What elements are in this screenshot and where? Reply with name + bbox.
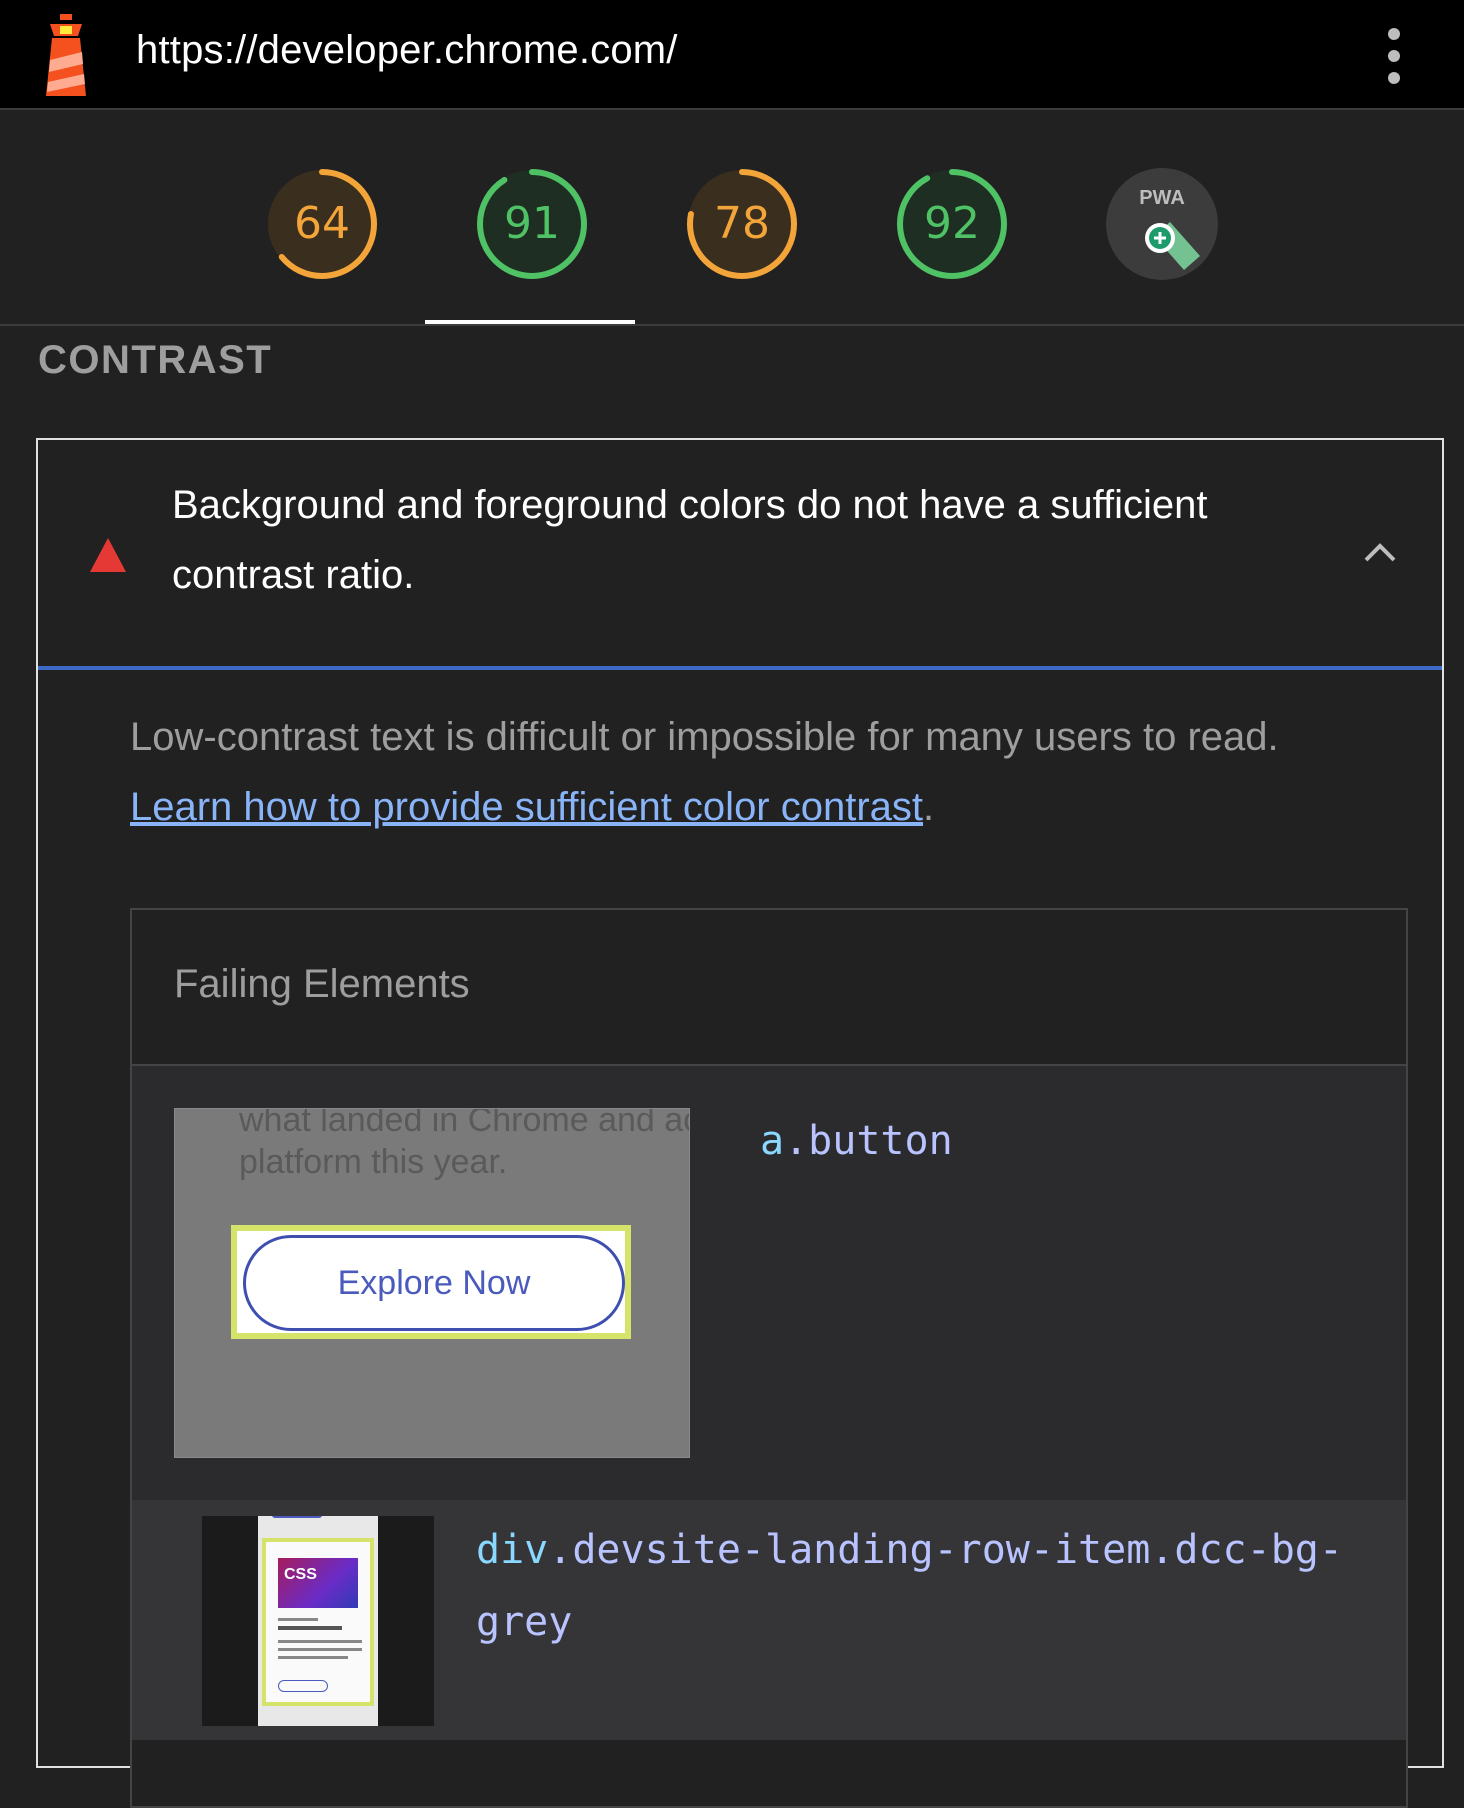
table-row[interactable]: what landed in Chrome and ac platform th… [132,1066,1406,1500]
thumb-text: platform this year. [239,1143,508,1181]
table-row[interactable]: CSS div.devsite-landing-row-item.dcc-bg-… [132,1500,1406,1740]
selector-rest: .button [784,1118,953,1164]
element-selector: div.devsite-landing-row-item.dcc-bg-grey [476,1514,1376,1658]
url-bar: https://developer.chrome.com/ [0,0,1464,110]
gauge-seo[interactable]: 92 [894,166,1010,282]
gauge-accessibility[interactable]: 91 [474,166,590,282]
score-gauges: 64 91 78 92 PWA [0,112,1464,326]
audit-title: Background and foreground colors do not … [172,483,1208,597]
highlight-box: Explore Now [231,1225,631,1339]
thumb-text: what landed in Chrome and ac [239,1108,690,1139]
audit-header[interactable]: Background and foreground colors do not … [38,440,1442,670]
thumb-logo-image: CSS [278,1558,358,1608]
table-header-label: Failing Elements [174,962,470,1006]
page-url: https://developer.chrome.com/ [136,28,678,72]
selector-rest: .devsite-landing-row-item.dcc-bg-grey [476,1527,1343,1645]
link-suffix: . [923,785,935,829]
gauge-performance[interactable]: 64 [264,166,380,282]
highlight-box: CSS [262,1538,374,1706]
chevron-up-icon[interactable] [1362,540,1398,564]
fail-triangle-icon [90,538,126,572]
thumb-button [278,1680,328,1692]
failing-elements-table: Failing Elements what landed in Chrome a… [130,908,1408,1808]
selector-tag: div [476,1527,549,1573]
section-title: CONTRAST [38,338,273,382]
table-header: Failing Elements [132,910,1406,1066]
gauge-score: 78 [714,198,770,249]
gauge-score: 91 [504,198,560,249]
selector-tag: a [760,1118,785,1164]
learn-more-link[interactable]: Learn how to provide sufficient color co… [130,785,923,829]
active-tab-indicator [425,320,635,324]
gauge-score: 64 [294,198,350,249]
svg-text:PWA: PWA [1139,187,1185,209]
element-screenshot[interactable]: CSS [202,1516,434,1726]
thumb-logo-text: CSS [284,1566,317,1583]
gauge-best-practices[interactable]: 78 [684,166,800,282]
description-text: Low-contrast text is difficult or imposs… [130,715,1279,759]
thumb-page: CSS [258,1516,378,1726]
gauge-pwa[interactable]: PWA [1104,166,1220,282]
thumb-button: Explore Now [243,1235,625,1331]
element-selector: a.button [760,1118,953,1164]
kebab-menu-icon[interactable] [1382,28,1406,84]
pwa-badge-icon: PWA [1106,168,1218,280]
lighthouse-icon [46,14,86,96]
audit-contrast: Background and foreground colors do not … [36,438,1444,1808]
element-screenshot[interactable]: what landed in Chrome and ac platform th… [174,1108,690,1458]
audit-description: Low-contrast text is difficult or imposs… [130,702,1390,842]
gauge-score: 92 [924,198,980,249]
